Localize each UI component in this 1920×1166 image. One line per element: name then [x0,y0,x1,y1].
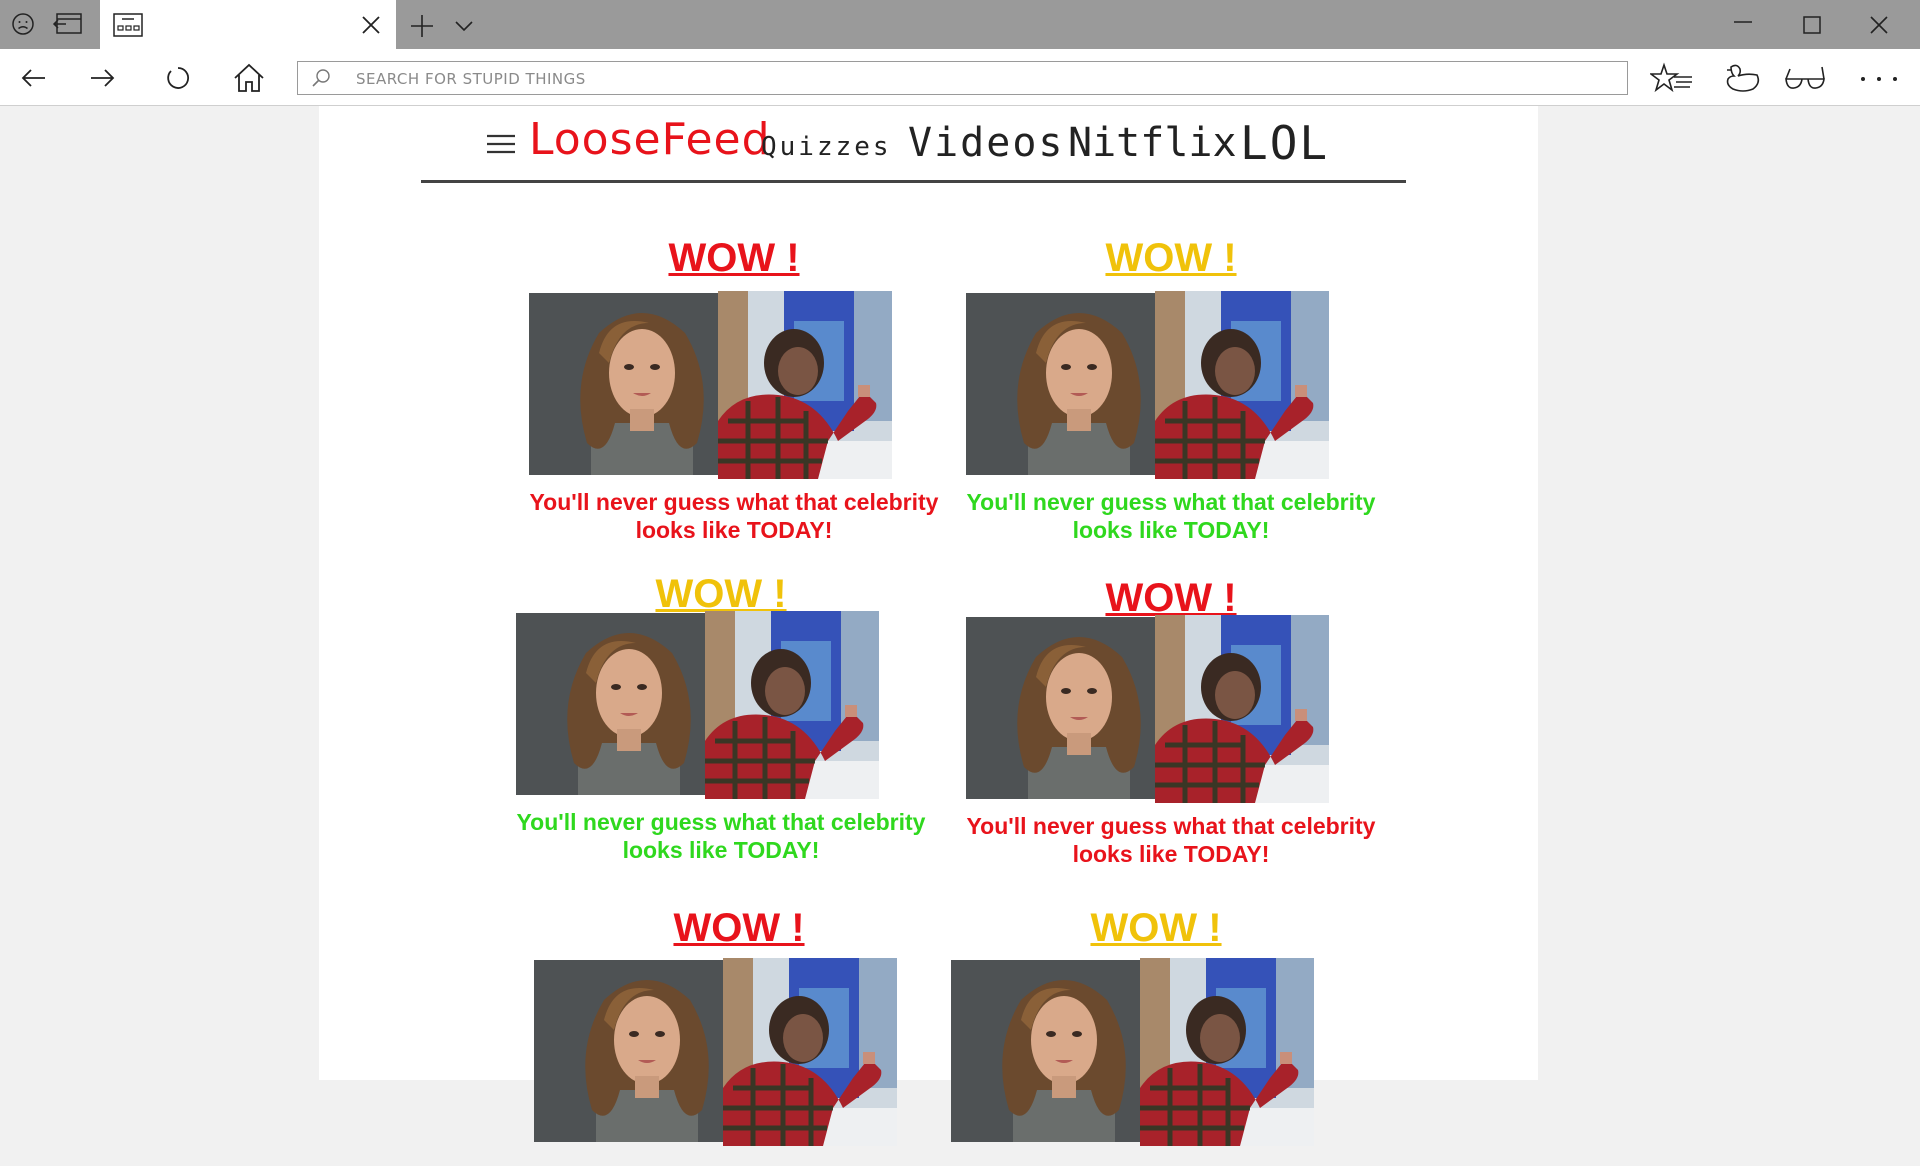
card-caption[interactable]: You'll never guess what that celebrity l… [951,488,1391,544]
site-header: LooseFeed Quizzes Videos Nitflix LOL [421,106,1406,183]
duck-icon[interactable] [1723,61,1763,95]
chevron-down-icon[interactable] [452,14,476,38]
new-tab-icon[interactable] [408,12,436,40]
hamburger-menu-icon[interactable] [485,132,517,156]
close-window-icon[interactable] [1866,12,1892,38]
article-card[interactable]: WOW ! You'll never guess what that celeb… [951,576,1391,867]
favorites-star-icon[interactable] [1650,61,1694,95]
forward-arrow-icon[interactable] [85,61,119,95]
blurred-person-photo[interactable] [1155,291,1329,479]
browser-tab[interactable] [100,0,396,49]
address-bar[interactable] [297,61,1628,95]
card-headline[interactable]: WOW ! [514,236,954,281]
article-card[interactable]: WOW ! [936,906,1376,1166]
page-favicon-icon [113,13,143,37]
card-caption[interactable]: You'll never guess what that celebrity l… [514,488,954,544]
nav-link-nitflix[interactable]: Nitflix [1068,120,1237,166]
article-card[interactable]: WOW ! You'll never guess what that celeb… [514,236,954,543]
card-caption[interactable]: You'll never guess what that celebrity l… [951,812,1391,868]
minimize-icon[interactable] [1730,12,1756,38]
close-tab-icon[interactable] [360,14,382,36]
maximize-icon[interactable] [1799,12,1825,38]
nav-link-videos[interactable]: Videos [908,120,1065,166]
card-headline[interactable]: WOW ! [936,906,1376,951]
back-arrow-icon[interactable] [17,61,51,95]
article-card[interactable]: WOW ! You'll never guess what that celeb… [501,572,941,863]
more-options-icon[interactable] [1856,61,1902,95]
blurred-person-photo[interactable] [1155,615,1329,803]
site-logo[interactable]: LooseFeed [529,114,771,165]
sad-face-icon[interactable] [10,11,36,37]
nav-link-quizzes[interactable]: Quizzes [761,132,892,162]
web-page: LooseFeed Quizzes Videos Nitflix LOL WOW… [319,106,1538,1146]
card-caption[interactable]: You'll never guess what that celebrity l… [501,808,941,864]
card-headline[interactable]: WOW ! [519,906,959,951]
search-icon [312,69,330,87]
blurred-person-photo[interactable] [718,291,892,479]
tab-preview-icon[interactable] [52,11,84,37]
nav-link-lol[interactable]: LOL [1240,116,1329,170]
blurred-person-photo[interactable] [723,958,897,1146]
article-card[interactable]: WOW ! [519,906,959,1166]
home-icon[interactable] [232,61,266,95]
refresh-icon[interactable] [161,61,195,95]
address-input[interactable] [354,66,1558,92]
card-headline[interactable]: WOW ! [951,236,1391,281]
blurred-person-photo[interactable] [1140,958,1314,1146]
glasses-icon[interactable] [1784,61,1828,95]
browser-title-bar [0,0,1920,49]
blurred-person-photo[interactable] [705,611,879,799]
article-card[interactable]: WOW ! You'll never guess what that celeb… [951,236,1391,543]
